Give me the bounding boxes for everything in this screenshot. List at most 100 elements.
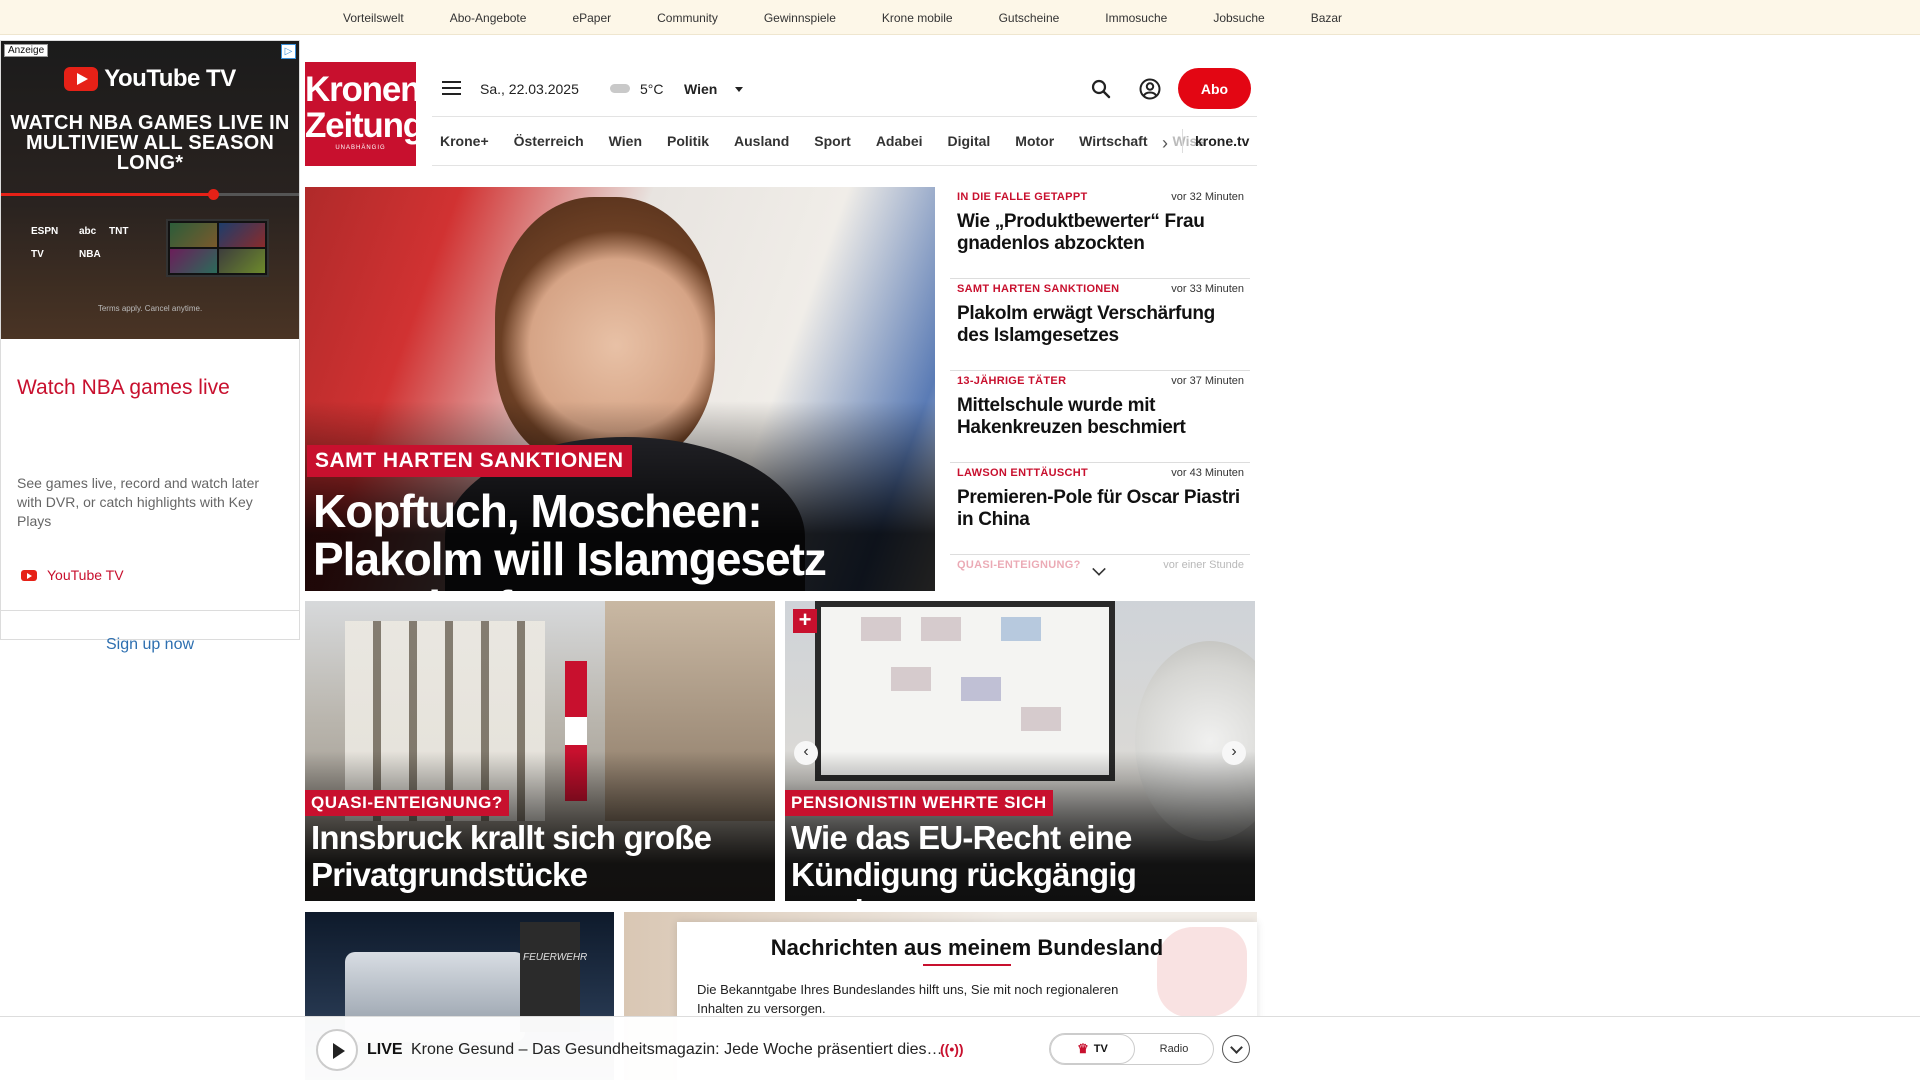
nav-item-ausland[interactable]: Ausland <box>734 133 789 149</box>
bundesland-title: Nachrichten aus meinem Bundesland <box>770 935 1164 960</box>
ad-divider <box>1 610 299 611</box>
krone-plus-icon: + <box>793 609 817 633</box>
news-item[interactable]: LAWSON ENTTÄUSCHT vor 43 Minuten Premier… <box>950 463 1250 555</box>
multiview-tv-image <box>166 219 269 277</box>
utility-link-gutscheine[interactable]: Gutscheine <box>999 11 1060 25</box>
current-date: Sa., 22.03.2025 <box>480 81 579 97</box>
carousel-next-icon[interactable]: › <box>1222 741 1246 765</box>
ad-headline: WATCH NBA GAMES LIVE IN MULTIVIEW ALL SE… <box>10 112 290 174</box>
top-utility-bar: Vorteilswelt Abo-Angebote ePaper Communi… <box>0 0 1920 35</box>
fire-truck-text: FEUERWEHR <box>523 952 588 963</box>
card-title[interactable]: Wie das EU-Recht eine Kündigung rückgäng… <box>791 819 1251 901</box>
adchoices-icon[interactable]: ▷ <box>281 44 296 59</box>
latest-news-list: IN DIE FALLE GETAPPT vor 32 Minuten Wie … <box>950 187 1250 582</box>
hamburger-menu-icon[interactable] <box>442 81 461 96</box>
tv-toggle[interactable]: ♛ TV <box>1050 1034 1135 1064</box>
utility-links: Vorteilswelt Abo-Angebote ePaper Communi… <box>343 0 1388 35</box>
tnt-logo: TNT <box>109 226 129 237</box>
search-icon[interactable] <box>1091 79 1111 99</box>
utility-link-vorteilswelt[interactable]: Vorteilswelt <box>343 11 404 25</box>
youtube-tv-wordmark: YouTube TV <box>104 65 236 92</box>
live-player-bar: LIVE Krone Gesund – Das Gesundheitsmagaz… <box>0 1016 1920 1080</box>
nav-item-wien[interactable]: Wien <box>609 133 642 149</box>
live-label: LIVE <box>367 1041 403 1058</box>
espn-logo: ESPN <box>31 226 59 237</box>
chevron-right-icon[interactable]: › <box>1162 133 1168 154</box>
nav-item-krone-tv[interactable]: krone.tv <box>1195 133 1249 149</box>
news-item[interactable]: IN DIE FALLE GETAPPT vor 32 Minuten Wie … <box>950 187 1250 279</box>
nav-item-oesterreich[interactable]: Österreich <box>514 133 584 149</box>
news-time: vor 32 Minuten <box>1171 191 1244 203</box>
temperature: 5°C <box>640 81 664 97</box>
crown-icon: ♛ <box>1077 1041 1089 1056</box>
news-item[interactable]: 13-JÄHRIGE TÄTER vor 37 Minuten Mittelsc… <box>950 371 1250 463</box>
bundesland-title-underline <box>923 964 1011 966</box>
tv-radio-switch[interactable]: ♛ TV Radio <box>1049 1033 1214 1065</box>
utility-link-community[interactable]: Community <box>657 11 718 25</box>
abo-button[interactable]: Abo <box>1178 68 1251 109</box>
kronen-zeitung-logo[interactable]: Kronen Zeitung UNABHÄNGIG <box>305 62 424 166</box>
nav-item-politik[interactable]: Politik <box>667 133 709 149</box>
utility-link-immosuche[interactable]: Immosuche <box>1105 11 1167 25</box>
expand-player-chevron-icon[interactable] <box>1222 1035 1250 1063</box>
card-title[interactable]: Innsbruck krallt sich große Privatgrunds… <box>311 819 771 893</box>
utility-link-epaper[interactable]: ePaper <box>572 11 611 25</box>
nav-item-krone-plus[interactable]: Krone+ <box>440 133 489 149</box>
logo-line-2: Zeitung <box>305 106 424 145</box>
utility-link-krone-mobile[interactable]: Krone mobile <box>882 11 953 25</box>
news-headline[interactable]: Premieren-Pole für Oscar Piastri in Chin… <box>957 487 1244 531</box>
news-time: vor 33 Minuten <box>1171 283 1244 295</box>
ad-progress-knob <box>207 189 219 200</box>
news-headline[interactable]: Wie „Produktbewerter“ Frau gnadenlos abz… <box>957 211 1244 255</box>
news-time: vor einer Stunde <box>1163 559 1244 571</box>
article-card-pensionistin[interactable]: + ‹ › PENSIONISTIN WEHRTE SICH Wie das E… <box>785 601 1255 901</box>
news-headline[interactable]: Mittelschule wurde mit Hakenkreuzen besc… <box>957 395 1244 439</box>
logo-tagline: UNABHÄNGIG <box>335 145 386 151</box>
article-card-innsbruck[interactable]: QUASI-ENTEIGNUNG? Innsbruck krallt sich … <box>305 601 775 901</box>
nav-separator <box>1182 129 1183 153</box>
ad-progress-fill <box>1 193 213 196</box>
now-playing-text[interactable]: Krone Gesund – Das Gesundheitsmagazin: J… <box>411 1041 943 1059</box>
nav-item-wirtschaft[interactable]: Wirtschaft <box>1079 133 1147 149</box>
ad-terms: Terms apply. Cancel anytime. <box>97 304 203 313</box>
ad-advertiser[interactable]: YouTube TV <box>21 567 124 583</box>
hero-kicker: SAMT HARTEN SANKTIONEN <box>307 445 632 477</box>
ad-advertiser-name: YouTube TV <box>47 567 124 583</box>
youtube-tv-logo: YouTube TV <box>1 65 299 93</box>
sidebar-advertisement[interactable]: Anzeige ▷ YouTube TV WATCH NBA GAMES LIV… <box>0 40 300 653</box>
nav-item-motor[interactable]: Motor <box>1015 133 1054 149</box>
utility-link-jobsuche[interactable]: Jobsuche <box>1213 11 1264 25</box>
tv-logo: TV <box>31 249 44 260</box>
play-icon[interactable] <box>316 1029 358 1071</box>
ad-label: Anzeige <box>4 44 49 57</box>
hero-article[interactable]: SAMT HARTEN SANKTIONEN Kopftuch, Moschee… <box>305 187 935 591</box>
nba-logo: NBA <box>79 249 101 260</box>
ad-visual[interactable]: Anzeige ▷ YouTube TV WATCH NBA GAMES LIV… <box>1 41 299 339</box>
chevron-down-icon[interactable] <box>735 87 743 92</box>
nav-item-sport[interactable]: Sport <box>814 133 851 149</box>
ad-progress-bar <box>1 189 299 200</box>
nav-item-digital[interactable]: Digital <box>948 133 991 149</box>
card-kicker: PENSIONISTIN WEHRTE SICH <box>785 790 1053 816</box>
card-kicker: QUASI-ENTEIGNUNG? <box>305 790 509 816</box>
radio-toggle[interactable]: Radio <box>1135 1034 1213 1064</box>
logo-line-1: Kronen <box>305 70 422 109</box>
utility-link-abo-angebote[interactable]: Abo-Angebote <box>450 11 527 25</box>
hero-title[interactable]: Kopftuch, Moscheen: Plakolm will Islamge… <box>313 487 923 591</box>
utility-link-bazar[interactable]: Bazar <box>1311 11 1342 25</box>
carousel-prev-icon[interactable]: ‹ <box>794 741 818 765</box>
cloud-icon <box>610 84 630 93</box>
bundesland-text: Die Bekanntgabe Ihres Bundeslandes hilft… <box>697 982 1119 1016</box>
nav-item-adabei[interactable]: Adabei <box>876 133 923 149</box>
utility-link-gewinnspiele[interactable]: Gewinnspiele <box>764 11 836 25</box>
news-headline[interactable]: Plakolm erwägt Verschärfung des Islamges… <box>957 303 1244 347</box>
news-time: vor 43 Minuten <box>1171 467 1244 479</box>
user-account-icon[interactable] <box>1139 78 1161 100</box>
broadcast-icon: ((•)) <box>940 1041 964 1057</box>
youtube-icon <box>21 569 37 581</box>
ad-signup-button[interactable]: Sign up now <box>1 636 299 654</box>
ad-title[interactable]: Watch NBA games live <box>17 376 230 400</box>
city-selector[interactable]: Wien <box>684 81 717 97</box>
news-item[interactable]: SAMT HARTEN SANKTIONEN vor 33 Minuten Pl… <box>950 279 1250 371</box>
main-navigation: Krone+ Österreich Wien Politik Ausland S… <box>432 116 1257 166</box>
